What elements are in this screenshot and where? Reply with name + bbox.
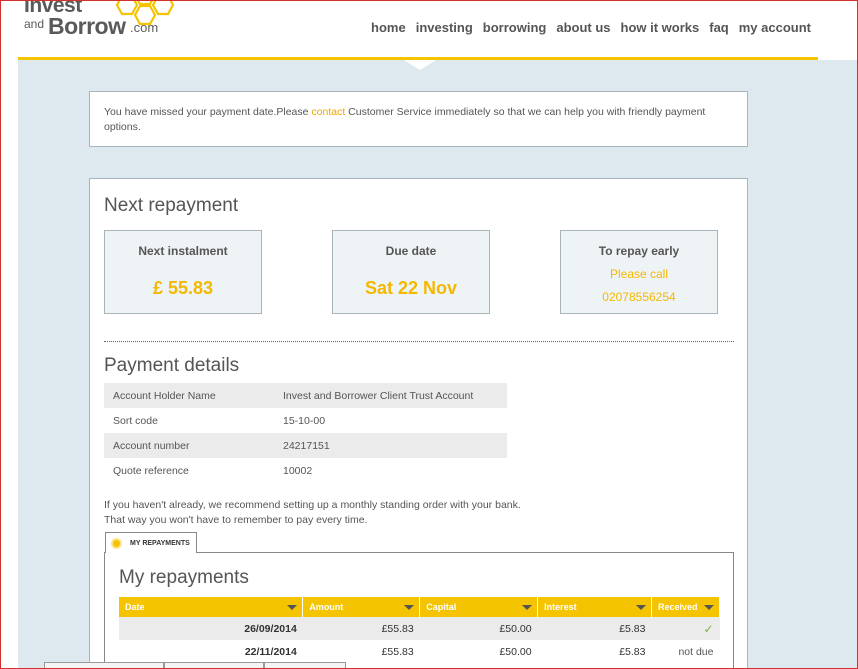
account-panel: Next repayment Next instalment £ 55.83 D… (89, 178, 748, 669)
detail-value: Invest and Borrower Client Trust Account (283, 389, 474, 402)
cell-amount: £55.83 (302, 617, 420, 640)
missed-payment-alert: You have missed your payment date.Please… (89, 91, 748, 147)
repayments-tab-panel: My repayments Date Amount Capital Intere… (104, 552, 734, 669)
nav-about-us[interactable]: about us (556, 20, 610, 35)
column-header-amount[interactable]: Amount (302, 597, 421, 617)
tab-dot-icon (111, 537, 122, 549)
tab-my-repayments-label: MY REPAYMENTS (130, 539, 190, 547)
detail-row: Account number 24217151 (104, 433, 507, 458)
column-header-capital[interactable]: Capital (419, 597, 539, 617)
table-row: 26/09/2014 £55.83 £50.00 £5.83 ✓ (119, 617, 720, 640)
cell-capital: £50.00 (419, 617, 538, 640)
detail-value: 15-10-00 (283, 414, 326, 427)
advice-line-2: That way you won't have to remember to p… (104, 513, 368, 526)
repay-early-label: To repay early (598, 244, 680, 258)
sort-arrow-icon[interactable] (522, 605, 533, 610)
cell-date: 22/11/2014 (244, 645, 297, 658)
detail-value: 24217151 (283, 439, 330, 452)
main-nav: home investing borrowing about us how it… (371, 20, 811, 35)
logo-borrow-text: Borrow (48, 13, 126, 39)
sort-arrow-icon[interactable] (287, 605, 298, 610)
cell-date: 26/09/2014 (119, 617, 303, 640)
table-row: 22/11/2014 £55.83 £50.00 £5.83 not due (119, 640, 720, 663)
logo-and-text: and (24, 17, 45, 31)
nav-home[interactable]: home (371, 20, 406, 35)
column-header-label: Interest (544, 602, 577, 612)
detail-key: Quote reference (113, 464, 189, 477)
detail-key: Account Holder Name (113, 389, 216, 402)
nav-investing[interactable]: investing (416, 20, 473, 35)
advice-line-1: If you haven't already, we recommend set… (104, 499, 521, 511)
table-header-row: Date Amount Capital Interest Received (119, 597, 721, 617)
nav-my-account[interactable]: my account (739, 20, 811, 35)
nav-borrowing[interactable]: borrowing (483, 20, 547, 35)
cell-interest: £5.83 (537, 617, 652, 640)
nav-how-it-works[interactable]: how it works (621, 20, 700, 35)
alert-text-before: You have missed your payment date.Please (104, 106, 312, 118)
cell-received: not due (678, 645, 714, 658)
cell-received: ✓ (651, 617, 720, 640)
column-header-date[interactable]: Date (119, 597, 304, 617)
cell-interest: £5.83 (619, 645, 646, 658)
payment-details-title: Payment details (104, 355, 240, 376)
repayments-table: Date Amount Capital Interest Received 26… (119, 597, 721, 663)
detail-row: Sort code 15-10-00 (104, 408, 507, 433)
taskbar-tab[interactable] (44, 662, 164, 669)
detail-key: Account number (113, 439, 190, 452)
repay-early-card: To repay early Please call 02078556254 (560, 230, 718, 314)
page-margin (818, 60, 858, 669)
taskbar-tab[interactable] (164, 662, 264, 669)
next-instalment-value: £ 55.83 (152, 278, 214, 298)
contact-link[interactable]: contact (311, 106, 345, 118)
sort-arrow-icon[interactable] (404, 605, 415, 610)
logo-com-text: .com (130, 20, 159, 35)
standing-order-advice: If you haven't already, we recommend set… (104, 498, 521, 527)
column-header-label: Capital (426, 602, 457, 612)
detail-value: 10002 (283, 464, 313, 477)
my-repayments-title: My repayments (119, 567, 249, 588)
due-date-card: Due date Sat 22 Nov (332, 230, 490, 314)
site-logo[interactable]: Invest and Borrow .com (22, 0, 175, 44)
column-header-label: Received (657, 602, 698, 612)
due-date-label: Due date (385, 244, 437, 258)
site-header: Invest and Borrow .com home investing bo… (0, 0, 858, 60)
sort-arrow-icon[interactable] (704, 605, 714, 610)
repay-early-phone[interactable]: 02078556254 (561, 290, 717, 304)
section-divider (104, 341, 734, 342)
taskbar-tab[interactable] (264, 662, 346, 669)
next-repayment-title: Next repayment (104, 195, 239, 216)
column-header-received[interactable]: Received (651, 597, 721, 617)
next-instalment-label: Next instalment (138, 244, 228, 258)
repay-early-instruction: Please call (609, 267, 669, 281)
due-date-value: Sat 22 Nov (364, 278, 458, 298)
nav-faq[interactable]: faq (709, 20, 729, 35)
detail-row: Quote reference 10002 (104, 458, 507, 483)
header-notch (404, 60, 436, 70)
detail-row: Account Holder Name Invest and Borrower … (104, 383, 507, 408)
cell-amount: £55.83 (381, 645, 414, 658)
tab-my-repayments[interactable]: MY REPAYMENTS (105, 532, 197, 553)
column-header-interest[interactable]: Interest (537, 597, 652, 617)
detail-key: Sort code (113, 414, 158, 427)
sort-arrow-icon[interactable] (635, 605, 646, 610)
column-header-label: Amount (309, 602, 344, 612)
column-header-label: Date (125, 602, 145, 612)
checkmark-icon: ✓ (703, 621, 714, 636)
next-instalment-card: Next instalment £ 55.83 (104, 230, 262, 314)
payment-details-table: Account Holder Name Invest and Borrower … (104, 383, 507, 483)
cell-capital: £50.00 (499, 645, 532, 658)
